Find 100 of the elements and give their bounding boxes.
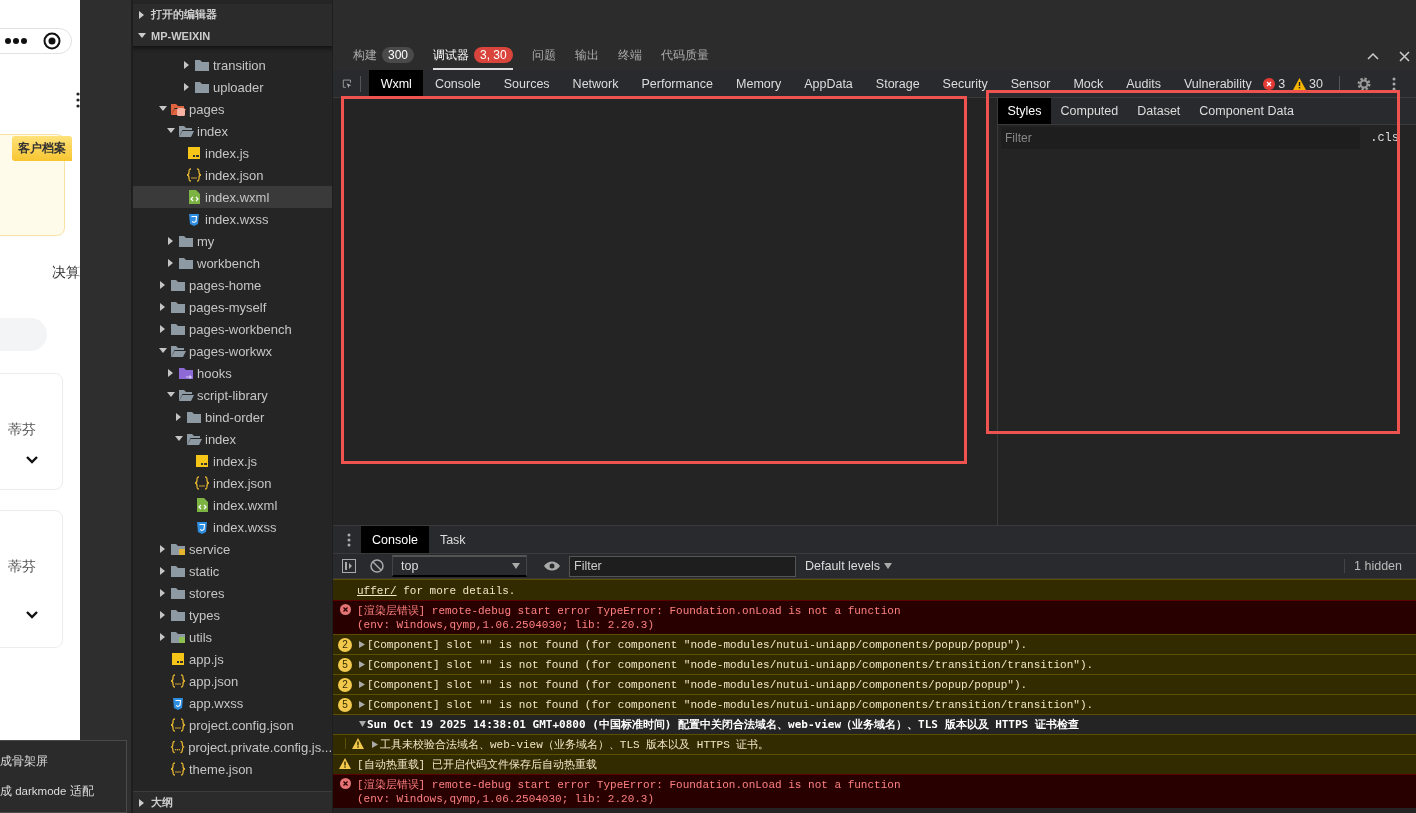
file-name[interactable]: project.private.config.js... [188, 739, 332, 755]
panel-tab[interactable]: 构建 300 [353, 42, 415, 70]
caret-right-icon[interactable] [159, 281, 167, 289]
filter-field[interactable]: Filter [1001, 127, 1361, 149]
settings-icon[interactable] [1356, 75, 1372, 92]
folder-name[interactable]: stores [189, 585, 225, 601]
devtools-tab[interactable]: AppData [792, 70, 865, 97]
folder-name[interactable]: hooks [197, 365, 232, 381]
file-name[interactable]: index.json [213, 475, 272, 491]
caret-down-icon[interactable] [167, 391, 175, 399]
caret-right-icon[interactable] [183, 61, 191, 69]
file-name[interactable]: index.wxml [205, 189, 270, 205]
file-name[interactable]: index.json [205, 167, 264, 183]
caret-right-icon[interactable] [358, 681, 366, 688]
caret-down-icon[interactable] [159, 105, 167, 113]
caret-right-icon[interactable] [159, 633, 167, 641]
file-name[interactable]: app.js [189, 651, 224, 667]
caret-right-icon[interactable] [358, 641, 366, 648]
styles-tab[interactable]: Component Data [1189, 98, 1304, 124]
drawer-tab[interactable]: Console [361, 526, 429, 553]
folder-name[interactable]: pages-workbench [189, 321, 292, 337]
close-icon[interactable] [1399, 50, 1410, 62]
folder-name[interactable]: types [189, 607, 221, 623]
section-header[interactable]: 大纲 [151, 795, 173, 810]
folder-name[interactable]: my [197, 233, 215, 249]
more-vertical-icon[interactable] [347, 532, 351, 547]
folder-name[interactable]: pages-myself [189, 299, 267, 315]
chevron-down-icon[interactable] [25, 610, 39, 619]
folder-name[interactable]: pages [189, 101, 225, 117]
file-name[interactable]: project.config.json [189, 717, 294, 733]
styles-tab[interactable]: Dataset [1127, 98, 1190, 124]
menu-item[interactable]: 成 darkmode 适配 [0, 783, 94, 799]
devtools-tab[interactable]: Wxml [369, 70, 424, 97]
folder-name[interactable]: pages-workwx [189, 343, 273, 359]
log-link[interactable]: uffer/ [357, 585, 397, 597]
folder-name[interactable]: uploader [213, 79, 264, 95]
folder-name[interactable]: static [189, 563, 220, 579]
context-select[interactable]: top [392, 555, 527, 577]
caret-right-icon[interactable] [138, 10, 146, 19]
caret-down-icon[interactable] [175, 435, 183, 443]
styles-tab[interactable]: Styles [998, 98, 1052, 124]
record-icon[interactable] [43, 32, 61, 50]
folder-name[interactable]: index [205, 431, 237, 447]
chevron-down-icon[interactable] [25, 455, 39, 464]
caret-right-icon[interactable] [167, 259, 175, 267]
folder-name[interactable]: service [189, 541, 231, 557]
block-icon[interactable] [370, 559, 384, 573]
caret-right-icon[interactable] [159, 567, 167, 575]
caret-right-icon[interactable] [183, 83, 191, 91]
caret-right-icon[interactable] [159, 303, 167, 311]
folder-name[interactable]: transition [213, 57, 266, 73]
menu-item[interactable]: 成骨架屏 [0, 753, 48, 769]
file-name[interactable]: app.wxss [189, 695, 244, 711]
caret-down-icon[interactable] [167, 127, 175, 135]
panel-tab[interactable]: 问题 [531, 42, 556, 70]
panel-tab[interactable]: 终端 [617, 42, 642, 70]
folder-name[interactable]: script-library [197, 387, 268, 403]
sidebar-icon[interactable] [342, 559, 356, 573]
caret-right-icon[interactable] [159, 545, 167, 553]
tab-label[interactable]: 决算 [52, 264, 80, 284]
caret-right-icon[interactable] [138, 798, 146, 807]
folder-name[interactable]: bind-order [205, 409, 265, 425]
devtools-tab[interactable]: Performance [629, 70, 725, 97]
devtools-tab[interactable]: Storage [864, 70, 932, 97]
folder-name[interactable]: utils [189, 629, 213, 645]
file-name[interactable]: theme.json [189, 761, 253, 777]
devtools-tab[interactable]: Sensor [999, 70, 1062, 97]
eye-icon[interactable] [543, 560, 561, 572]
devtools-tab[interactable]: Network [561, 70, 630, 97]
caret-right-icon[interactable] [175, 413, 183, 421]
file-name[interactable]: index.js [205, 145, 250, 161]
caret-right-icon[interactable] [159, 589, 167, 597]
devtools-tab[interactable]: Security [931, 70, 1000, 97]
devtools-tab[interactable]: Mock [1061, 70, 1115, 97]
caret-down-icon[interactable] [358, 721, 366, 728]
file-name[interactable]: app.json [189, 673, 239, 689]
levels-dropdown[interactable]: Default levels [805, 559, 893, 573]
kebab-menu-icon[interactable] [76, 92, 80, 108]
caret-right-icon[interactable] [167, 369, 175, 377]
folder-name[interactable]: workbench [197, 255, 260, 271]
file-name[interactable]: index.wxss [205, 211, 269, 227]
more-vertical-icon[interactable] [1392, 76, 1396, 91]
caret-down-icon[interactable] [138, 31, 146, 40]
devtools-tab[interactable]: Vulnerability [1172, 70, 1264, 97]
devtools-tab[interactable]: Memory [724, 70, 793, 97]
caret-right-icon[interactable] [159, 325, 167, 333]
class-toggle[interactable]: .cls [1370, 131, 1413, 145]
panel-tab[interactable]: 代码质量 [660, 42, 709, 70]
file-name[interactable]: index.wxss [213, 519, 277, 535]
folder-name[interactable]: pages-home [189, 277, 262, 293]
filter-field[interactable]: Filter [569, 555, 796, 577]
caret-right-icon[interactable] [358, 661, 366, 668]
devtools-tab[interactable]: Console [423, 70, 493, 97]
folder-name[interactable]: index [197, 123, 229, 139]
caret-right-icon[interactable] [159, 611, 167, 619]
caret-right-icon[interactable] [167, 237, 175, 245]
section-header[interactable]: MP-WEIXIN [151, 29, 211, 42]
caret-down-icon[interactable] [159, 347, 167, 355]
more-icon[interactable] [5, 37, 27, 45]
drawer-tab[interactable]: Task [428, 526, 477, 553]
